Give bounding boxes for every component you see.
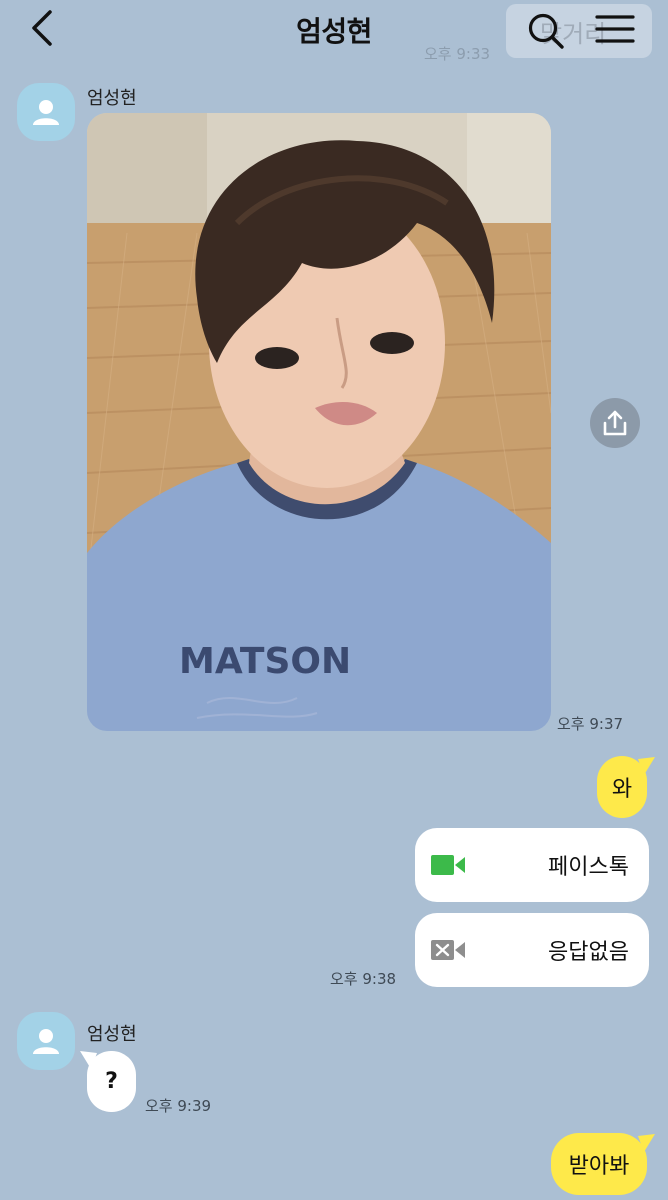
my-text-bubble[interactable]: 받아봐 xyxy=(551,1133,647,1195)
message-text: ? xyxy=(105,1069,118,1094)
call-label: 페이스톡 xyxy=(548,855,629,880)
my-bubble-tail xyxy=(638,757,655,775)
avatar[interactable] xyxy=(17,83,75,141)
facetime-video-icon xyxy=(431,855,465,875)
hamburger-menu-icon xyxy=(595,15,635,43)
my-bubble-tail xyxy=(638,1134,655,1152)
message-time: 오후 9:37 xyxy=(557,715,624,733)
default-profile-icon xyxy=(33,100,59,125)
their-text-bubble[interactable]: ? xyxy=(87,1051,136,1112)
sender-name: 엄성현 xyxy=(87,88,137,109)
message-text: 와 xyxy=(611,777,633,802)
selfie-photo: MATSON xyxy=(87,113,551,731)
shirt-print: MATSON xyxy=(179,641,351,682)
default-profile-icon xyxy=(33,1029,59,1054)
message-time: 오후 9:38 xyxy=(330,970,397,988)
share-icon xyxy=(603,410,627,436)
search-button[interactable] xyxy=(522,8,568,54)
photo-message[interactable]: MATSON xyxy=(87,113,551,731)
missed-call-bubble[interactable]: 응답없음 xyxy=(415,913,649,987)
avatar[interactable] xyxy=(17,1012,75,1070)
call-label: 응답없음 xyxy=(548,940,629,965)
missed-video-icon xyxy=(431,940,465,960)
sender-name: 엄성현 xyxy=(87,1024,137,1045)
search-icon xyxy=(528,13,564,49)
menu-button[interactable] xyxy=(592,8,638,54)
message-time: 오후 9:39 xyxy=(145,1097,212,1115)
share-button[interactable] xyxy=(590,398,640,448)
message-text: 받아봐 xyxy=(568,1154,630,1179)
chat-header: 맞거리 오후 9:33 엄성현 xyxy=(0,0,668,63)
facetime-call-bubble[interactable]: 페이스톡 xyxy=(415,828,649,902)
